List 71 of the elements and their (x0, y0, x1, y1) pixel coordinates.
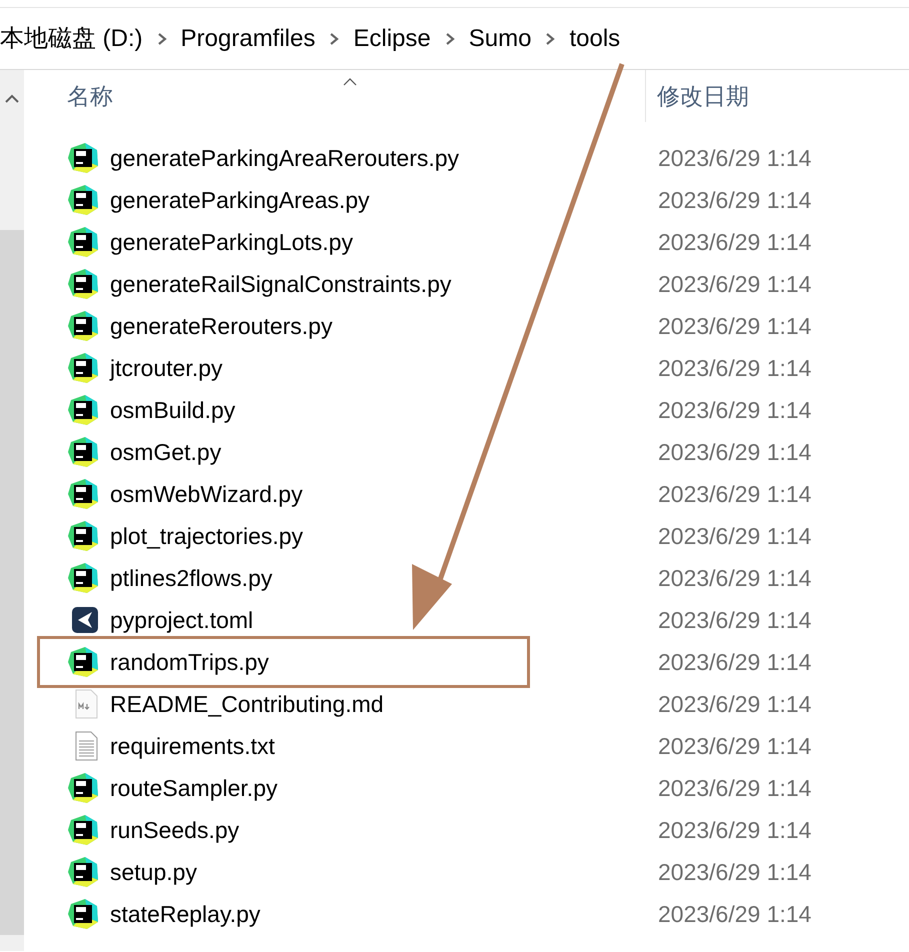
modified-date: 2023/6/29 1:14 (658, 606, 812, 635)
breadcrumb-item[interactable]: Programfiles (180, 20, 316, 56)
file-name[interactable]: jtcrouter.py (110, 350, 658, 386)
modified-date: 2023/6/29 1:14 (658, 522, 812, 551)
text-file-icon (73, 731, 99, 761)
modified-date: 2023/6/29 1:14 (658, 354, 812, 383)
modified-date: 2023/6/29 1:14 (658, 312, 812, 341)
sort-caret-icon (343, 78, 357, 86)
pycharm-icon (67, 814, 99, 846)
pycharm-icon (67, 394, 99, 426)
modified-date: 2023/6/29 1:14 (658, 144, 812, 173)
file-name[interactable]: runSeeds.py (110, 812, 658, 848)
modified-date: 2023/6/29 1:14 (658, 732, 812, 761)
modified-date: 2023/6/29 1:14 (658, 564, 812, 593)
pycharm-icon (67, 268, 99, 300)
modified-date: 2023/6/29 1:14 (658, 648, 812, 677)
file-name[interactable]: generateRailSignalConstraints.py (110, 266, 658, 302)
scrollbar-thumb[interactable] (0, 230, 24, 935)
file-name[interactable]: setup.py (110, 854, 658, 890)
file-name[interactable]: generateParkingLots.py (110, 224, 658, 260)
breadcrumb-item[interactable]: tools (569, 20, 620, 56)
breadcrumb-item[interactable]: Sumo (468, 20, 532, 56)
scrollbar[interactable] (0, 70, 24, 951)
modified-date: 2023/6/29 1:14 (658, 900, 812, 929)
file-name[interactable]: stateReplay.py (110, 896, 658, 932)
pycharm-icon (67, 436, 99, 468)
file-name[interactable]: osmGet.py (110, 434, 658, 470)
modified-date: 2023/6/29 1:14 (658, 858, 812, 887)
chevron-icon (156, 32, 167, 46)
modified-date: 2023/6/29 1:14 (658, 270, 812, 299)
pycharm-icon (67, 478, 99, 510)
modified-date: 2023/6/29 1:14 (658, 480, 812, 509)
pycharm-icon (67, 226, 99, 258)
pycharm-icon (67, 184, 99, 216)
chevron-icon (444, 32, 455, 46)
pycharm-icon (67, 772, 99, 804)
column-header[interactable]: 名称 (67, 70, 645, 122)
pycharm-icon (67, 856, 99, 888)
pycharm-icon (67, 142, 99, 174)
modified-date: 2023/6/29 1:14 (658, 186, 812, 215)
modified-date: 2023/6/29 1:14 (658, 438, 812, 467)
pycharm-icon (67, 520, 99, 552)
file-name[interactable]: generateRerouters.py (110, 308, 658, 344)
file-name[interactable]: ptlines2flows.py (110, 560, 658, 596)
file-name[interactable]: osmBuild.py (110, 392, 658, 428)
breadcrumb-item[interactable]: 本地磁盘 (D:) (0, 20, 143, 56)
file-name[interactable]: pyproject.toml (110, 602, 658, 638)
pycharm-icon (67, 562, 99, 594)
file-name[interactable]: routeSampler.py (110, 770, 658, 806)
file-name[interactable]: README_Contributing.md (110, 686, 658, 722)
file-name[interactable]: osmWebWizard.py (110, 476, 658, 512)
file-name[interactable]: generateParkingAreaRerouters.py (110, 140, 658, 176)
pycharm-icon (67, 646, 99, 678)
modified-date: 2023/6/29 1:14 (658, 816, 812, 845)
pycharm-icon (67, 898, 99, 930)
file-name[interactable]: generateParkingAreas.py (110, 182, 658, 218)
file-name[interactable]: requirements.txt (110, 728, 658, 764)
pycharm-icon (67, 352, 99, 384)
modified-date: 2023/6/29 1:14 (658, 228, 812, 257)
chevron-icon (545, 32, 556, 46)
modified-date: 2023/6/29 1:14 (658, 396, 812, 425)
scroll-up-icon[interactable] (5, 94, 19, 103)
modified-date: 2023/6/29 1:14 (658, 774, 812, 803)
file-name[interactable]: randomTrips.py (110, 644, 658, 680)
modified-date: 2023/6/29 1:14 (658, 690, 812, 719)
markdown-file-icon (73, 689, 99, 719)
file-name[interactable]: plot_trajectories.py (110, 518, 658, 554)
chevron-icon (329, 32, 340, 46)
column-header[interactable]: 修改日期 (646, 70, 749, 122)
breadcrumb-item[interactable]: Eclipse (353, 20, 431, 56)
pycharm-icon (67, 310, 99, 342)
